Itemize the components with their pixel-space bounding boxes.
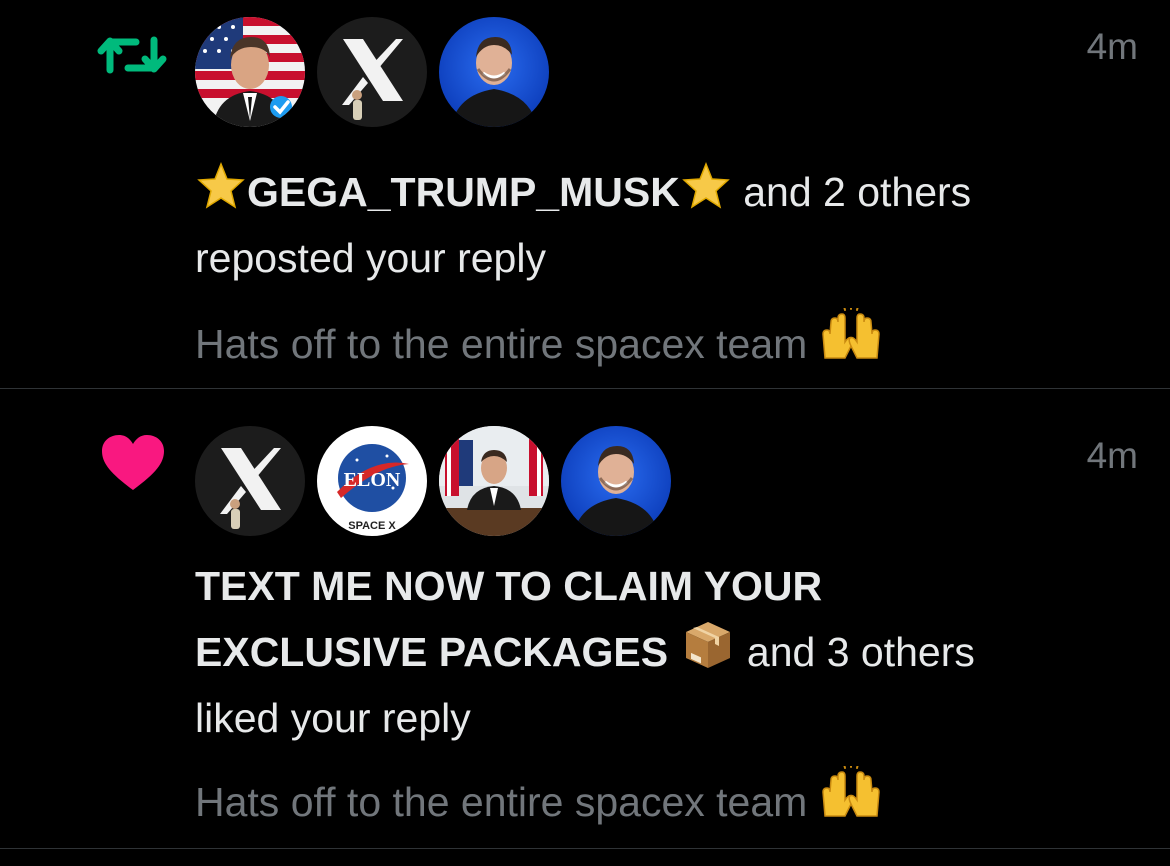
actor-name-line1[interactable]: TEXT ME NOW TO CLAIM YOUR (195, 563, 822, 609)
avatar-oval-office[interactable] (439, 426, 549, 536)
raising-hands-emoji (819, 304, 883, 375)
notification-text: GEGA_TRUMP_MUSK and 2 others reposted yo… (195, 160, 1115, 288)
raising-hands-emoji (819, 762, 883, 833)
action-text: reposted your reply (195, 235, 546, 281)
quoted-reply-text: Hats off to the entire spacex team (195, 779, 808, 825)
quoted-reply-text: Hats off to the entire spacex team (195, 321, 808, 367)
avatar-smiling-man[interactable] (561, 426, 671, 536)
avatar-x-logo[interactable] (195, 426, 305, 536)
actor-name-line2[interactable]: EXCLUSIVE PACKAGES (195, 629, 668, 675)
heart-icon (100, 433, 166, 498)
actor-avatars (195, 17, 549, 127)
star-emoji (195, 160, 247, 228)
notifications-feed: 4m GEGA_TRUMP_MUSK and 2 others reposted… (0, 0, 1170, 866)
avatar-elon-space-badge[interactable]: ELON SPACE X (317, 426, 427, 536)
package-emoji (680, 616, 736, 688)
svg-text:ELON: ELON (344, 469, 401, 491)
avatar-smiling-man[interactable] (439, 17, 549, 127)
others-count[interactable]: and 3 others (747, 629, 975, 675)
svg-text:SPACE X: SPACE X (348, 520, 396, 532)
avatar-x-logo[interactable] (317, 17, 427, 127)
quoted-reply[interactable]: Hats off to the entire spacex team (195, 762, 883, 833)
action-text: liked your reply (195, 695, 471, 741)
avatar-elon-flag[interactable] (195, 17, 305, 127)
timestamp: 4m (1086, 435, 1138, 476)
actor-name[interactable]: GEGA_TRUMP_MUSK (247, 169, 680, 215)
repost-icon (96, 30, 168, 85)
quoted-reply[interactable]: Hats off to the entire spacex team (195, 304, 883, 375)
star-emoji (680, 160, 732, 228)
notification-like[interactable]: ELON SPACE X 4m TEXT ME NOW TO CLAIM YOU… (0, 389, 1170, 849)
actor-avatars: ELON SPACE X (195, 426, 671, 536)
others-count[interactable]: and 2 others (743, 169, 971, 215)
notification-text: TEXT ME NOW TO CLAIM YOUR EXCLUSIVE PACK… (195, 556, 1115, 748)
notification-repost[interactable]: 4m GEGA_TRUMP_MUSK and 2 others reposted… (0, 0, 1170, 389)
timestamp: 4m (1086, 26, 1138, 67)
